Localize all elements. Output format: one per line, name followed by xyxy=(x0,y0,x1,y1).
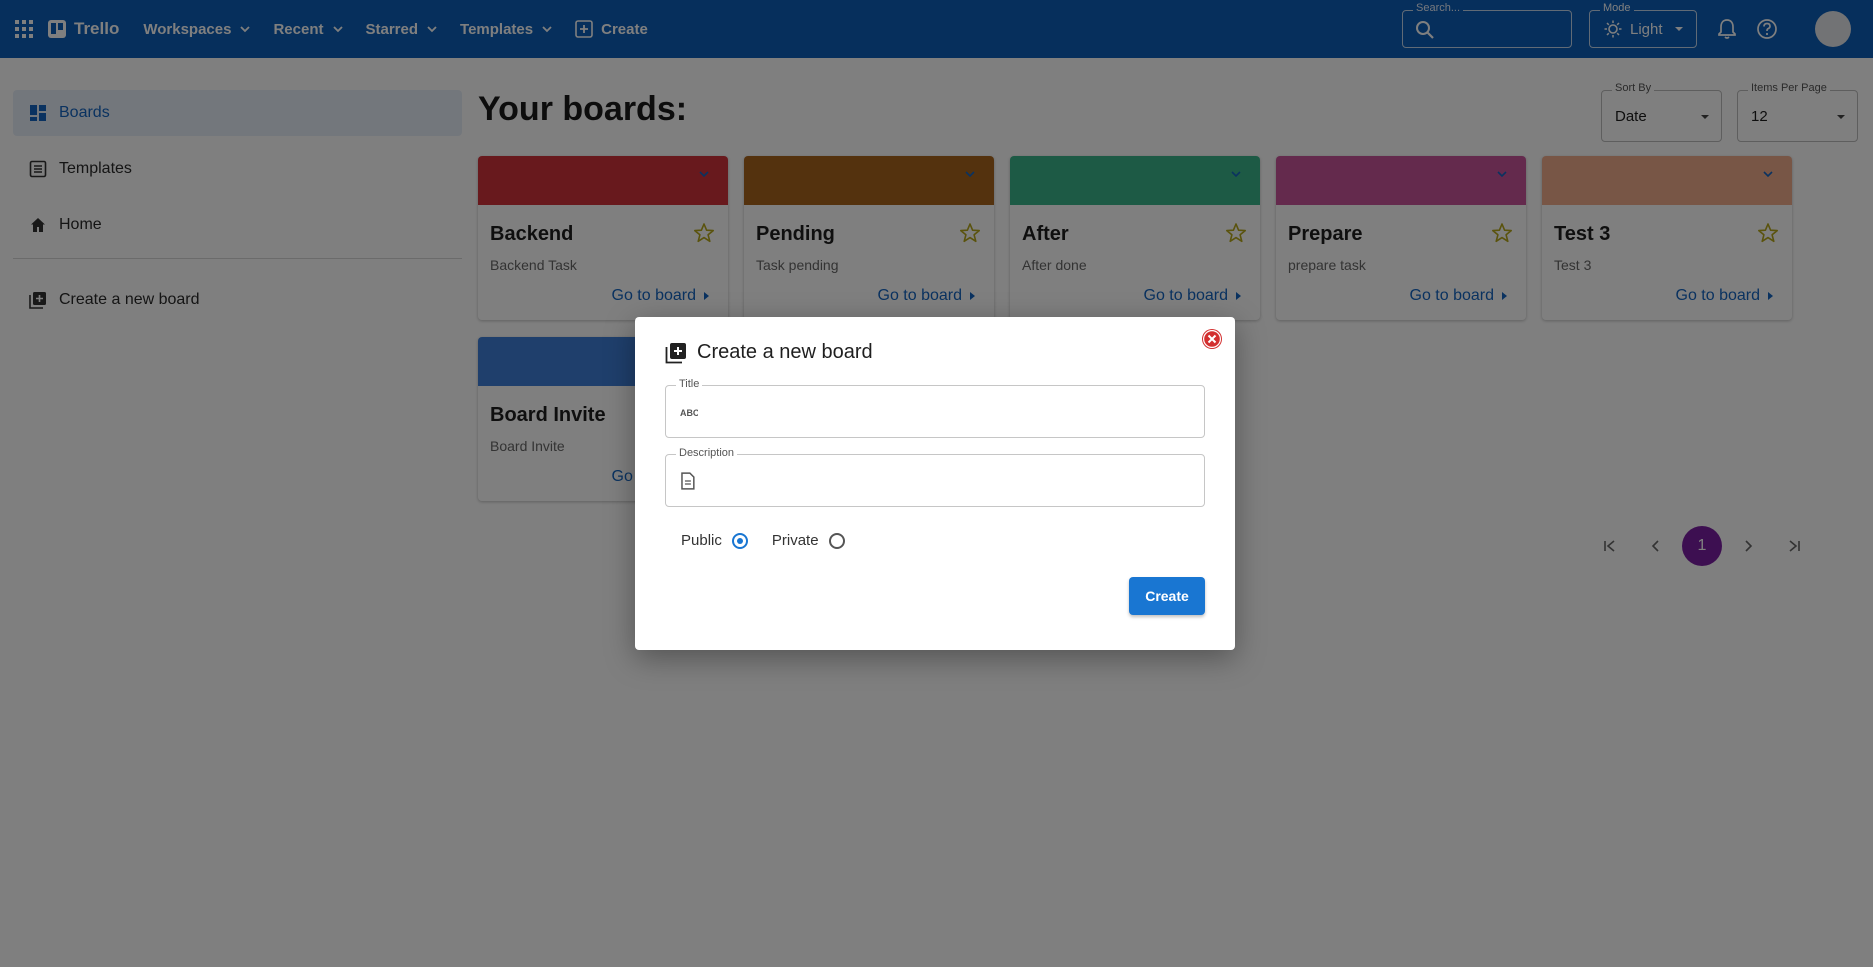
create-board-dialog: Create a new board Title ABC Description… xyxy=(635,317,1235,650)
title-field-label: Title xyxy=(676,378,703,390)
dialog-title-text: Create a new board xyxy=(697,341,873,363)
document-icon xyxy=(681,472,695,490)
description-field-label: Description xyxy=(676,447,738,459)
dialog-title: Create a new board xyxy=(665,341,873,364)
close-icon[interactable] xyxy=(1201,328,1223,350)
library-add-icon xyxy=(665,342,686,363)
private-label: Private xyxy=(771,532,819,549)
text-abc-icon: ABC xyxy=(680,408,698,418)
svg-text:ABC: ABC xyxy=(680,408,698,418)
private-radio[interactable] xyxy=(828,532,845,549)
description-field[interactable]: Description xyxy=(665,447,1205,507)
public-radio[interactable] xyxy=(731,532,748,549)
description-input[interactable] xyxy=(701,471,1180,491)
visibility-radio-group: Public Private xyxy=(681,532,845,549)
public-label: Public xyxy=(681,532,722,549)
create-board-button[interactable]: Create xyxy=(1129,577,1205,615)
title-field[interactable]: Title ABC xyxy=(665,378,1205,438)
title-input[interactable] xyxy=(697,402,1180,422)
